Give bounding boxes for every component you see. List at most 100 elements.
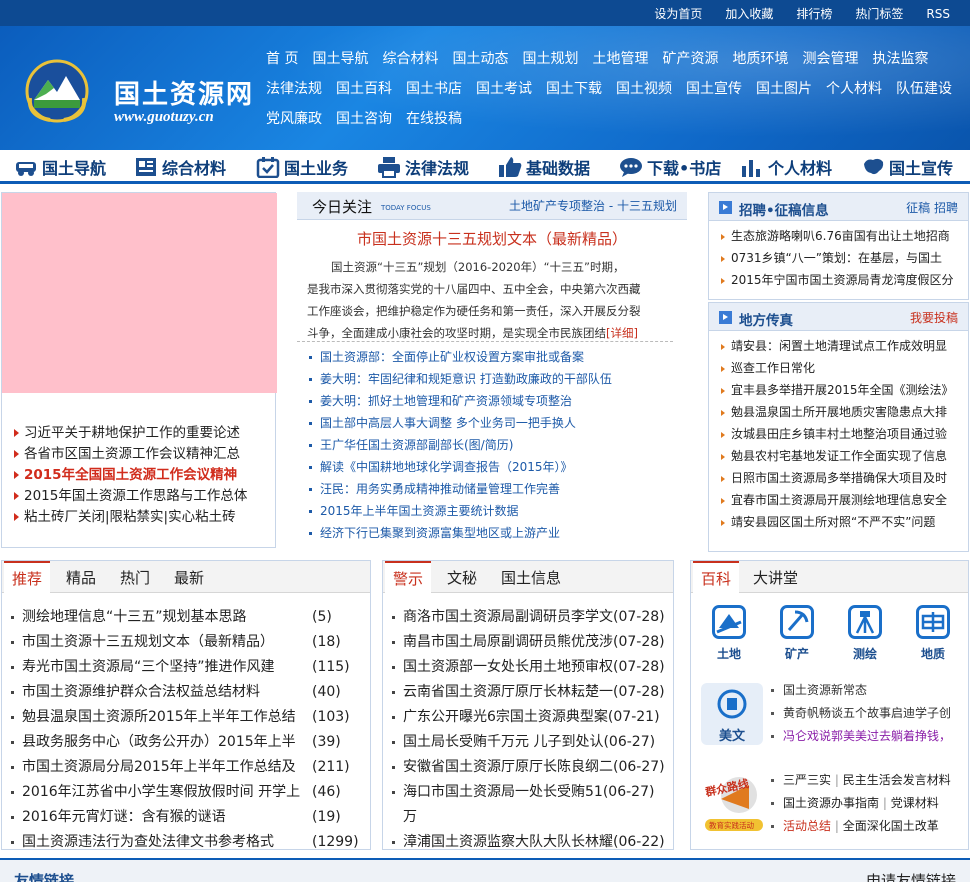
encyclopedia-mineral[interactable]: 矿产 bbox=[777, 605, 817, 662]
apply-friend-link[interactable]: 申请友情链接 bbox=[866, 870, 956, 882]
main-nav-item[interactable]: 国土宣传 bbox=[686, 78, 742, 98]
recruit-item[interactable]: 0731乡镇“八一”策划：在基层，与国土 bbox=[709, 247, 955, 269]
tab-hot[interactable]: 热门 bbox=[120, 567, 150, 588]
recommend-row[interactable]: 测绘地理信息“十三五”规划基本思路 (5) bbox=[2, 605, 332, 630]
left-list-item[interactable]: 2015年国土资源工作思路与工作总体 bbox=[14, 484, 247, 505]
encyclopedia-geology[interactable]: 地质 bbox=[913, 605, 953, 662]
warning-row[interactable]: 南昌市国土局原副调研员熊优茂涉(07-28) bbox=[383, 630, 665, 655]
meiwen-item[interactable]: 冯仑戏说郭美美过去躺着挣钱， bbox=[771, 725, 951, 748]
activity-item-a[interactable]: 活动总结 bbox=[783, 819, 831, 833]
activity-item-a[interactable]: 三严三实 bbox=[783, 773, 831, 787]
meiwen-badge[interactable]: 美文 bbox=[701, 683, 763, 745]
recruit-item[interactable]: 生态旅游略喇叭6.76亩国有出让土地招商 bbox=[709, 225, 955, 247]
main-nav-item[interactable]: 国土下载 bbox=[546, 78, 602, 98]
tab-warning[interactable]: 警示 bbox=[385, 561, 432, 593]
tab-encyclopedia[interactable]: 百科 bbox=[693, 561, 740, 593]
warning-row[interactable]: 海口市国土资源局一处长受贿51(06-27) bbox=[383, 780, 665, 805]
focus-list-item[interactable]: 姜大明：牢固纪律和规矩意识 打造勤政廉政的干部队伍 bbox=[297, 368, 612, 390]
local-item[interactable]: 巡查工作日常化 bbox=[709, 357, 955, 379]
top-link-ranking[interactable]: 排行榜 bbox=[796, 5, 832, 22]
main-nav-item[interactable]: 国土考试 bbox=[476, 78, 532, 98]
local-item[interactable]: 靖安县：闲置土地清理试点工作成效明显 bbox=[709, 335, 955, 357]
main-nav-item[interactable]: 执法监察 bbox=[872, 48, 928, 68]
main-nav-item[interactable]: 个人材料 bbox=[826, 78, 882, 98]
main-nav-item[interactable]: 国土百科 bbox=[336, 78, 392, 98]
tab-latest[interactable]: 最新 bbox=[174, 567, 204, 588]
main-nav-item[interactable]: 首 页 bbox=[266, 48, 298, 68]
tab-land-info[interactable]: 国土信息 bbox=[501, 567, 561, 588]
local-item[interactable]: 日照市国土资源局多举措确保大项目及时 bbox=[709, 467, 955, 489]
recommend-row[interactable]: 县政务服务中心（政务公开办）2015年上半 (39) bbox=[2, 730, 341, 755]
site-logo[interactable]: 国土资源网 www.guotuzy.cn bbox=[22, 46, 252, 136]
activity-item-b[interactable]: 民主生活会发言材料 bbox=[843, 773, 951, 787]
mass-line-badge[interactable]: 群众路线 教育实践活动 bbox=[701, 769, 765, 835]
main-nav-item[interactable]: 国土视频 bbox=[616, 78, 672, 98]
encyclopedia-land[interactable]: 土地 bbox=[709, 605, 749, 662]
activity-item-b[interactable]: 党课材料 bbox=[891, 796, 939, 810]
focus-list-item[interactable]: 王广华任国土资源部副部长(图/简历) bbox=[297, 434, 612, 456]
main-nav-item[interactable]: 国土导航 bbox=[312, 48, 368, 68]
warning-row[interactable]: 万 bbox=[383, 805, 665, 830]
recommend-row[interactable]: 国土资源违法行为查处法律文书参考格式 (1299) bbox=[2, 830, 359, 849]
top-link-favorite[interactable]: 加入收藏 bbox=[725, 5, 773, 22]
local-item[interactable]: 宜丰县多举措开展2015年全国《测绘法》 bbox=[709, 379, 955, 401]
top-link-hot-tags[interactable]: 热门标签 bbox=[855, 5, 903, 22]
main-nav-item[interactable]: 党风廉政 bbox=[266, 108, 322, 128]
local-item[interactable]: 靖安县园区国土所对照“不严不实”问题 bbox=[709, 511, 955, 533]
focus-list-item[interactable]: 解读《中国耕地地球化学调查报告（2015年）》 bbox=[297, 456, 612, 478]
main-nav-item[interactable]: 国土咨询 bbox=[336, 108, 392, 128]
focus-link-plan[interactable]: 十三五规划 bbox=[617, 199, 677, 213]
top-link-homepage[interactable]: 设为首页 bbox=[654, 5, 702, 22]
local-item[interactable]: 宜春市国土资源局开展测绘地理信息安全 bbox=[709, 489, 955, 511]
encyclopedia-survey[interactable]: 测绘 bbox=[845, 605, 885, 662]
focus-list-item[interactable]: 国土资源部：全面停止矿业权设置方案审批或备案 bbox=[297, 346, 612, 368]
tab-secretary[interactable]: 文秘 bbox=[447, 567, 477, 588]
more-link[interactable]: [详细] bbox=[606, 326, 638, 340]
left-list-item[interactable]: 各省市区国土资源工作会议精神汇总 bbox=[14, 442, 247, 463]
main-nav-item[interactable]: 国土动态 bbox=[452, 48, 508, 68]
left-list-item[interactable]: 习近平关于耕地保护工作的重要论述 bbox=[14, 421, 247, 442]
local-item[interactable]: 勉县温泉国土所开展地质灾害隐患点大排 bbox=[709, 401, 955, 423]
main-nav-item[interactable]: 土地管理 bbox=[592, 48, 648, 68]
recruit-item[interactable]: 2015年宁国市国土资源局青龙湾度假区分 bbox=[709, 269, 955, 291]
warning-row[interactable]: 国土局长受贿千万元 儿子到处认(06-27) bbox=[383, 730, 665, 755]
focus-list-item[interactable]: 经济下行已集聚到资源富集型地区或上游产业 bbox=[297, 522, 612, 544]
warning-row[interactable]: 广东公开曝光6宗国土资源典型案(07-21) bbox=[383, 705, 665, 730]
focus-link-special[interactable]: 土地矿产专项整治 bbox=[509, 199, 605, 213]
focus-list-item[interactable]: 国土部中高层人事大调整 多个业务司一把手换人 bbox=[297, 412, 612, 434]
main-nav-item[interactable]: 在线投稿 bbox=[406, 108, 462, 128]
warning-row[interactable]: 安徽省国土资源厅原厅长陈良纲二(06-27) bbox=[383, 755, 665, 780]
activity-item[interactable]: 国土资源办事指南 | 党课材料 bbox=[771, 792, 951, 815]
main-nav-item[interactable]: 队伍建设 bbox=[896, 78, 952, 98]
warning-row[interactable]: 商洛市国土资源局副调研员李学文(07-28) bbox=[383, 605, 665, 630]
local-item[interactable]: 汝城县田庄乡镇丰村土地整治项目通过验 bbox=[709, 423, 955, 445]
warning-row[interactable]: 云南省国土资源厅原厅长林耘楚一(07-28) bbox=[383, 680, 665, 705]
focus-list-item[interactable]: 汪民：用务实勇成精神推动储量管理工作完善 bbox=[297, 478, 612, 500]
activity-item-b[interactable]: 全面深化国土改革 bbox=[843, 819, 939, 833]
activity-item[interactable]: 活动总结 | 全面深化国土改革 bbox=[771, 815, 951, 838]
recommend-row[interactable]: 2016年元宵灯谜：含有猴的谜语 (19) bbox=[2, 805, 341, 830]
submit-article-link[interactable]: 我要投稿 bbox=[910, 309, 958, 326]
recommend-row[interactable]: 市国土资源十三五规划文本（最新精品） (18) bbox=[2, 630, 341, 655]
left-list-item[interactable]: 2015年全国国土资源工作会议精神 bbox=[14, 463, 247, 484]
warning-row[interactable]: 漳浦国土资源监察大队大队长林耀(06-22) bbox=[383, 830, 665, 849]
tab-recommend[interactable]: 推荐 bbox=[4, 561, 51, 593]
top-link-rss[interactable]: RSS bbox=[926, 7, 950, 21]
main-nav-item[interactable]: 综合材料 bbox=[382, 48, 438, 68]
warning-row[interactable]: 国土资源部一女处长用土地预审权(07-28) bbox=[383, 655, 665, 680]
tab-boutique[interactable]: 精品 bbox=[66, 567, 96, 588]
main-nav-item[interactable]: 地质环境 bbox=[732, 48, 788, 68]
tab-lecture[interactable]: 大讲堂 bbox=[753, 567, 798, 588]
activity-item[interactable]: 三严三实 | 民主生活会发言材料 bbox=[771, 769, 951, 792]
recommend-row[interactable]: 寿光市国土资源局“三个坚持”推进作风建 (115) bbox=[2, 655, 350, 680]
recommend-row[interactable]: 勉县温泉国土资源所2015年上半年工作总结 (103) bbox=[2, 705, 350, 730]
main-nav-item[interactable]: 国土图片 bbox=[756, 78, 812, 98]
activity-item-a[interactable]: 国土资源办事指南 bbox=[783, 796, 879, 810]
meiwen-item[interactable]: 国土资源新常态 bbox=[771, 679, 951, 702]
left-list-item[interactable]: 粘土砖厂关闭|限粘禁实|实心粘土砖 bbox=[14, 505, 247, 526]
main-nav-item[interactable]: 国土规划 bbox=[522, 48, 578, 68]
main-nav-item[interactable]: 测会管理 bbox=[802, 48, 858, 68]
recruit-more-link[interactable]: 征稿 招聘 bbox=[906, 199, 958, 216]
meiwen-item[interactable]: 黄奇帆畅谈五个故事启迪学子创 bbox=[771, 702, 951, 725]
main-nav-item[interactable]: 国土书店 bbox=[406, 78, 462, 98]
